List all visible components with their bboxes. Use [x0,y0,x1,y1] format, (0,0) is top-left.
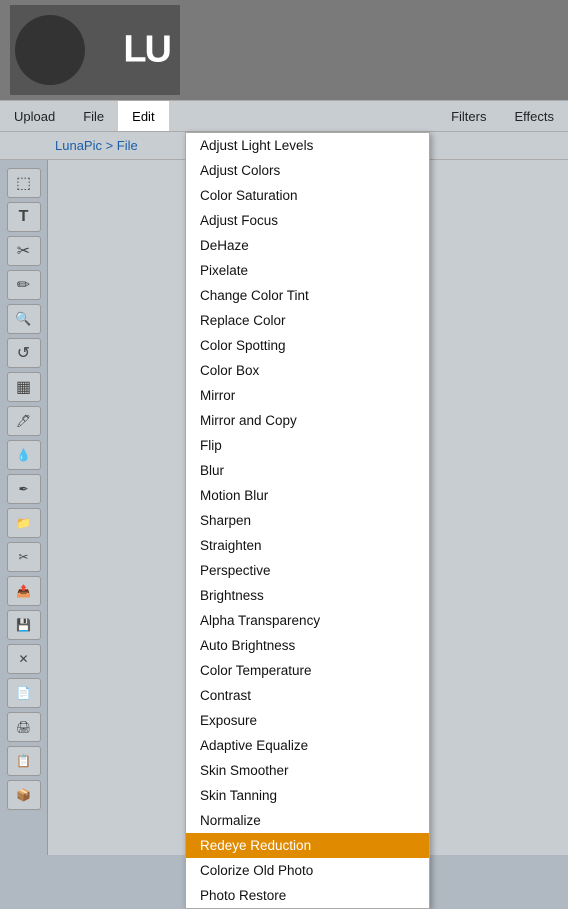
menu-color-saturation[interactable]: Color Saturation [186,183,429,208]
menu-adjust-light[interactable]: Adjust Light Levels [186,133,429,158]
menu-adjust-focus[interactable]: Adjust Focus [186,208,429,233]
save-tool[interactable]: 💾 [7,610,41,640]
dropdown-menu: Adjust Light Levels Adjust Colors Color … [185,132,430,909]
menu-color-box[interactable]: Color Box [186,358,429,383]
copy-tool[interactable]: 📋 [7,746,41,776]
nav-filters[interactable]: Filters [437,109,500,124]
nav-effects[interactable]: Effects [500,109,568,124]
menu-colorize-old-photo[interactable]: Colorize Old Photo [186,858,429,883]
menu-redeye-reduction[interactable]: Redeye Reduction [186,833,429,858]
menu-motion-blur[interactable]: Motion Blur [186,483,429,508]
rotate-tool[interactable]: ↺ [7,338,41,368]
logo: LU [10,5,180,95]
menu-change-color-tint[interactable]: Change Color Tint [186,283,429,308]
menu-flip[interactable]: Flip [186,433,429,458]
text-tool[interactable]: T [7,202,41,232]
menu-pixelate[interactable]: Pixelate [186,258,429,283]
menu-contrast[interactable]: Contrast [186,683,429,708]
menu-skin-tanning[interactable]: Skin Tanning [186,783,429,808]
nav-edit[interactable]: Edit [118,101,168,131]
nav-upload[interactable]: Upload [0,101,69,131]
menu-replace-color[interactable]: Replace Color [186,308,429,333]
menu-mirror-copy[interactable]: Mirror and Copy [186,408,429,433]
select-tool[interactable]: ⬚ [7,168,41,198]
folder-tool[interactable]: 📁 [7,508,41,538]
pencil-tool[interactable]: ✏ [7,270,41,300]
menu-skin-smoother[interactable]: Skin Smoother [186,758,429,783]
cut-tool[interactable]: ✂ [7,236,41,266]
menu-adjust-colors[interactable]: Adjust Colors [186,158,429,183]
menu-straighten[interactable]: Straighten [186,533,429,558]
menu-alpha-transparency[interactable]: Alpha Transparency [186,608,429,633]
brush-tool[interactable]: 🖊 [7,406,41,436]
left-toolbar: ⬚ T ✂ ✏ 🔍 ↺ ▦ 🖊 💧 ✒ 📁 ✂ 📤 💾 ✕ 📄 🖨 📋 📦 [0,160,48,855]
menu-mirror[interactable]: Mirror [186,383,429,408]
layer-tool[interactable]: 📦 [7,780,41,810]
menu-color-spotting[interactable]: Color Spotting [186,333,429,358]
breadcrumb-text: LunaPic > File [55,138,138,153]
menu-blur[interactable]: Blur [186,458,429,483]
pen-tool[interactable]: ✒ [7,474,41,504]
menu-photo-restore[interactable]: Photo Restore [186,883,429,908]
menu-brightness[interactable]: Brightness [186,583,429,608]
export-tool[interactable]: 📤 [7,576,41,606]
menu-dehaze[interactable]: DeHaze [186,233,429,258]
menu-sharpen[interactable]: Sharpen [186,508,429,533]
menu-perspective[interactable]: Perspective [186,558,429,583]
menu-normalize[interactable]: Normalize [186,808,429,833]
close-tool[interactable]: ✕ [7,644,41,674]
menu-auto-brightness[interactable]: Auto Brightness [186,633,429,658]
new-tool[interactable]: 📄 [7,678,41,708]
logo-text: LU [123,29,170,72]
dropper-tool[interactable]: 💧 [7,440,41,470]
zoom-tool[interactable]: 🔍 [7,304,41,334]
print-tool[interactable]: 🖨 [7,712,41,742]
crop-tool[interactable]: ✂ [7,542,41,572]
grid-tool[interactable]: ▦ [7,372,41,402]
menu-adaptive-equalize[interactable]: Adaptive Equalize [186,733,429,758]
menu-exposure[interactable]: Exposure [186,708,429,733]
nav-bar: Upload File Edit Filters Effects [0,100,568,132]
logo-circle [15,15,85,85]
nav-file[interactable]: File [69,101,118,131]
header: LU [0,0,568,100]
menu-color-temperature[interactable]: Color Temperature [186,658,429,683]
